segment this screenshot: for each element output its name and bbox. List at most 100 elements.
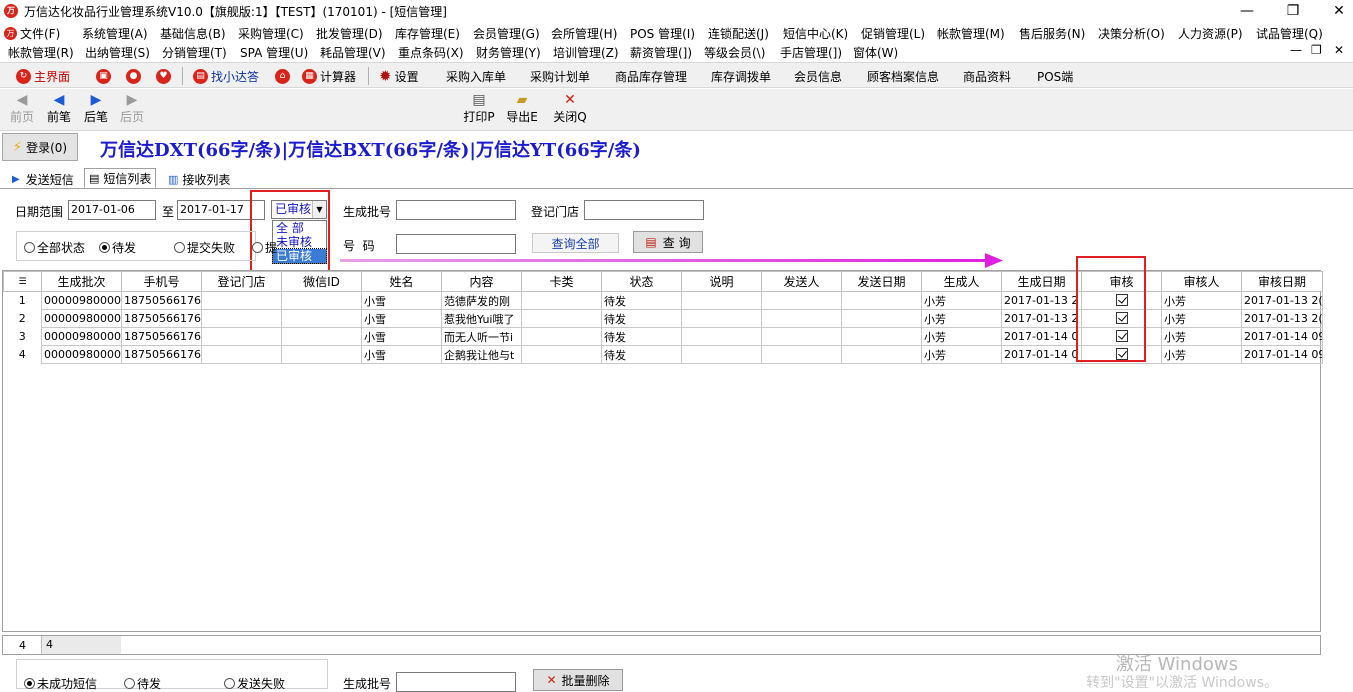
cell-send-date[interactable] bbox=[841, 291, 922, 310]
cell-batch[interactable]: 000009800000( bbox=[41, 309, 122, 328]
cell-card-type[interactable] bbox=[521, 309, 602, 328]
menu-item[interactable]: 批发管理(D) bbox=[316, 25, 383, 42]
cell-phone[interactable]: 18750566176 bbox=[121, 309, 202, 328]
radio-pending[interactable]: 待发 bbox=[99, 239, 136, 256]
bottom-batch-input[interactable] bbox=[396, 672, 516, 692]
print-button[interactable]: ▤ 打印P bbox=[462, 91, 496, 125]
cell-wechat-id[interactable] bbox=[281, 345, 362, 364]
shield-button[interactable]: ♥ bbox=[156, 66, 174, 86]
menu-item[interactable]: 促销管理(L) bbox=[861, 25, 925, 42]
cell-store[interactable] bbox=[201, 291, 282, 310]
menu-item[interactable]: 会员管理(G) bbox=[473, 25, 540, 42]
menu-item[interactable]: 售后服务(N) bbox=[1019, 25, 1085, 42]
menu-item[interactable]: 分销管理(T) bbox=[162, 44, 227, 61]
cell-wechat-id[interactable] bbox=[281, 291, 362, 310]
cell-note[interactable] bbox=[681, 327, 762, 346]
menu-item[interactable]: 人力资源(P) bbox=[1178, 25, 1243, 42]
cell-auditor[interactable]: 小芳 bbox=[1161, 327, 1242, 346]
chat-button[interactable]: ● bbox=[126, 66, 144, 86]
menu-file[interactable]: 万文件(F) bbox=[4, 25, 60, 42]
close-window-button[interactable]: ✕ bbox=[1317, 0, 1353, 22]
cell-wechat-id[interactable] bbox=[281, 309, 362, 328]
mdi-minimize-button[interactable]: — bbox=[1290, 43, 1302, 57]
cell-sender[interactable] bbox=[761, 345, 842, 364]
prev-record-button[interactable]: ◀ 前笔 bbox=[45, 91, 73, 125]
cell-batch[interactable]: 000009800000( bbox=[41, 345, 122, 364]
col-header[interactable]: 卡类 bbox=[521, 271, 602, 292]
shortcut-link[interactable]: POS端 bbox=[1037, 66, 1073, 86]
cell-phone[interactable]: 18750566176 bbox=[121, 291, 202, 310]
cell-sender[interactable] bbox=[761, 327, 842, 346]
settings-button[interactable]: ✹ 设置 bbox=[379, 66, 419, 86]
cell-store[interactable] bbox=[201, 309, 282, 328]
shortcut-link[interactable]: 采购入库单 bbox=[446, 66, 506, 86]
radio-other[interactable]: 提 bbox=[252, 239, 277, 256]
lock-button[interactable]: ▣ bbox=[96, 66, 114, 86]
cell-auditor[interactable]: 小芳 bbox=[1161, 345, 1242, 364]
export-button[interactable]: ▰ 导出E bbox=[504, 91, 540, 125]
shortcut-link[interactable]: 会员信息 bbox=[794, 66, 842, 86]
cell-store[interactable] bbox=[201, 345, 282, 364]
cell-create-date[interactable]: 2017-01-13 2 bbox=[1001, 309, 1082, 328]
shortcut-link[interactable]: 采购计划单 bbox=[530, 66, 590, 86]
find-assistant-button[interactable]: ▤ 找小达答 bbox=[193, 66, 259, 86]
menu-item[interactable]: 帐款管理(R) bbox=[8, 44, 74, 61]
cell-create-date[interactable]: 2017-01-14 0 bbox=[1001, 345, 1082, 364]
query-button[interactable]: ▤ 查 询 bbox=[633, 231, 703, 253]
menu-item[interactable]: 出纳管理(S) bbox=[85, 44, 150, 61]
cell-name[interactable]: 小雪 bbox=[361, 309, 442, 328]
batch-delete-button[interactable]: ✕ 批量删除 bbox=[533, 669, 623, 691]
menu-item[interactable]: 决策分析(O) bbox=[1098, 25, 1165, 42]
col-header[interactable]: 说明 bbox=[681, 271, 762, 292]
menu-item[interactable]: 重点条码(X) bbox=[398, 44, 464, 61]
minimize-button[interactable]: — bbox=[1225, 0, 1269, 22]
col-header[interactable]: 发送日期 bbox=[841, 271, 922, 292]
first-page-button[interactable]: ◀ 前页 bbox=[8, 91, 36, 125]
cell-audit-date[interactable]: 2017-01-13 2( bbox=[1241, 309, 1323, 328]
home-button[interactable]: ↻ 主界面 bbox=[16, 66, 70, 86]
menu-item[interactable]: 等级会员(\) bbox=[704, 44, 765, 61]
shortcut-link[interactable]: 商品资料 bbox=[963, 66, 1011, 86]
cell-sender[interactable] bbox=[761, 291, 842, 310]
cell-send-date[interactable] bbox=[841, 309, 922, 328]
radio-all-status[interactable]: 全部状态 bbox=[24, 239, 85, 256]
cell-card-type[interactable] bbox=[521, 291, 602, 310]
cell-audit-date[interactable]: 2017-01-13 2( bbox=[1241, 291, 1323, 310]
cell-create-date[interactable]: 2017-01-14 0 bbox=[1001, 327, 1082, 346]
cell-note[interactable] bbox=[681, 345, 762, 364]
store-input[interactable] bbox=[584, 200, 704, 220]
menu-item[interactable]: 连锁配送(J) bbox=[708, 25, 769, 42]
cell-content[interactable]: 而无人听一节i bbox=[441, 327, 522, 346]
menu-item[interactable]: 试品管理(Q) bbox=[1256, 25, 1323, 42]
col-header[interactable]: 审核日期 bbox=[1241, 271, 1323, 292]
col-header[interactable]: 微信ID bbox=[281, 271, 362, 292]
cell-status[interactable]: 待发 bbox=[601, 345, 682, 364]
radio-submit-failed[interactable]: 提交失败 bbox=[174, 239, 235, 256]
login-button[interactable]: ⚡ 登录(0) bbox=[2, 133, 78, 161]
date-from-field[interactable]: 2017-01-06 bbox=[68, 200, 156, 220]
menu-item[interactable]: 培训管理(Z) bbox=[553, 44, 619, 61]
cell-phone[interactable]: 18750566176 bbox=[121, 345, 202, 364]
menu-item[interactable]: 耗品管理(V) bbox=[320, 44, 386, 61]
cell-note[interactable] bbox=[681, 291, 762, 310]
cell-wechat-id[interactable] bbox=[281, 327, 362, 346]
cell-send-date[interactable] bbox=[841, 345, 922, 364]
cell-name[interactable]: 小雪 bbox=[361, 345, 442, 364]
restore-button[interactable]: ❐ bbox=[1271, 0, 1315, 22]
menu-item[interactable]: 薪资管理(]) bbox=[630, 44, 692, 61]
cell-note[interactable] bbox=[681, 309, 762, 328]
menu-item[interactable]: 基础信息(B) bbox=[160, 25, 226, 42]
menu-item[interactable]: 帐款管理(M) bbox=[937, 25, 1005, 42]
cell-name[interactable]: 小雪 bbox=[361, 327, 442, 346]
col-header[interactable]: 手机号 bbox=[121, 271, 202, 292]
cell-content[interactable]: 范德萨发的刚 bbox=[441, 291, 522, 310]
cell-card-type[interactable] bbox=[521, 345, 602, 364]
tab-sms-list[interactable]: ▤ 短信列表 bbox=[84, 168, 157, 188]
col-header[interactable]: 发送人 bbox=[761, 271, 842, 292]
calculator-button[interactable]: ▦ 计算器 bbox=[302, 66, 356, 86]
cell-content[interactable]: 企鹅我让他与t bbox=[441, 345, 522, 364]
cell-card-type[interactable] bbox=[521, 327, 602, 346]
col-header[interactable]: 生成人 bbox=[921, 271, 1002, 292]
tab-received-list[interactable]: ▥ 接收列表 bbox=[164, 169, 234, 189]
cell-create-date[interactable]: 2017-01-13 2 bbox=[1001, 291, 1082, 310]
